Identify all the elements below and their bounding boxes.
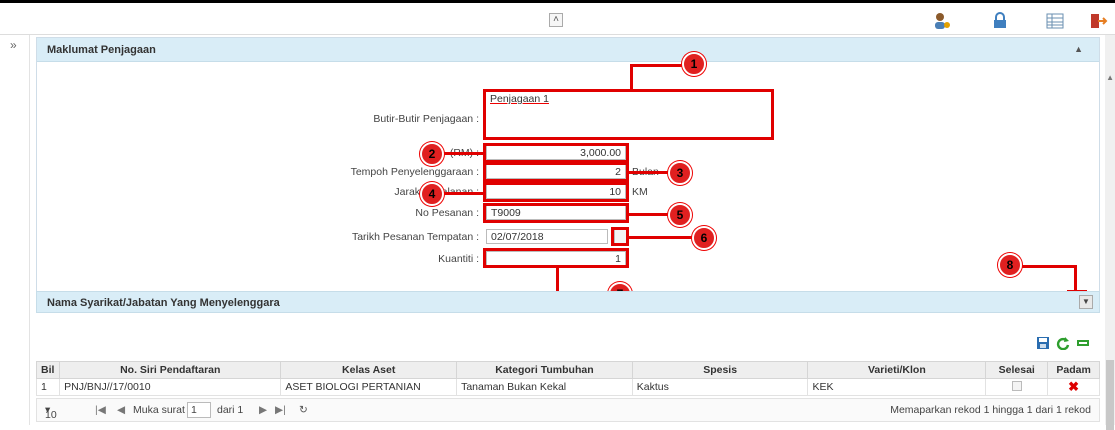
callout-5: 5	[668, 203, 692, 227]
cell-varieti: KEK	[807, 378, 987, 396]
cell-no-siri: PNJ/BNJ//17/0010	[59, 378, 282, 396]
page-of: dari 1	[217, 404, 244, 416]
connector-4	[444, 192, 484, 195]
col-selesai[interactable]: Selesai	[985, 361, 1049, 379]
grid-pager: 10 ▾ |◀ ◀ Muka surat 1 dari 1 ▶ ▶| ↻ Mem…	[36, 398, 1100, 422]
record-summary: Memaparkan rekod 1 hingga 1 dari 1 rekod	[890, 404, 1091, 416]
save-icon[interactable]	[1036, 336, 1050, 350]
col-kategori[interactable]: Kategori Tumbuhan	[456, 361, 633, 379]
callout-1: 1	[682, 52, 706, 76]
collapse-panel-icon[interactable]: ▲	[1074, 44, 1083, 54]
highlight-tempoh	[483, 162, 629, 182]
page-scrollbar[interactable]: ▲	[1105, 35, 1115, 430]
delete-icon[interactable]: ✖	[1068, 379, 1079, 394]
highlight-calendar	[611, 227, 629, 246]
jarak-unit: KM	[632, 186, 648, 198]
chevron-down-icon[interactable]: ▼	[1079, 295, 1093, 309]
connector-2	[444, 152, 484, 155]
connector-3	[628, 171, 668, 174]
table-row[interactable]: 1 PNJ/BNJ//17/0010 ASET BIOLOGI PERTANIA…	[35, 378, 1100, 396]
remove-row-icon[interactable]	[1076, 336, 1090, 350]
page-size-value: 10	[45, 409, 57, 421]
connector-5	[628, 213, 668, 216]
section-title: Nama Syarikat/Jabatan Yang Menyelenggara	[47, 297, 280, 309]
next-page-icon[interactable]: ▶	[259, 404, 267, 416]
panel-header[interactable]: Maklumat Penjagaan ▲	[37, 38, 1099, 62]
callout-8: 8	[998, 253, 1022, 277]
selesai-checkbox[interactable]	[1011, 380, 1022, 391]
highlight-jarak	[483, 182, 629, 202]
connector-8a	[1020, 265, 1076, 268]
col-bil[interactable]: Bil	[35, 361, 61, 379]
cell-kategori: Tanaman Bukan Kekal	[456, 378, 633, 396]
panel-title: Maklumat Penjagaan	[47, 44, 156, 56]
user-settings-icon[interactable]	[932, 11, 952, 31]
callout-3: 3	[668, 161, 692, 185]
pesanan-label: No Pesanan :	[415, 207, 479, 219]
first-page-icon[interactable]: |◀	[95, 404, 106, 416]
page-label: Muka surat	[133, 404, 185, 416]
syarikat-section-header[interactable]: Nama Syarikat/Jabatan Yang Menyelenggara…	[36, 291, 1100, 313]
highlight-kuantiti	[483, 248, 629, 268]
top-toolbar: ˄	[0, 0, 1115, 35]
cell-kelas-aset: ASET BIOLOGI PERTANIAN	[280, 378, 458, 396]
tarikh-field[interactable]: 02/07/2018	[486, 229, 608, 244]
scroll-up-icon[interactable]: ▲	[1106, 73, 1114, 82]
connector-7a	[556, 267, 559, 293]
cell-spesis: Kaktus	[631, 378, 809, 396]
logout-icon[interactable]	[1088, 11, 1108, 31]
prev-page-icon[interactable]: ◀	[117, 404, 125, 416]
connector-8b	[1074, 265, 1077, 291]
callout-4: 4	[420, 182, 444, 206]
callout-2: 2	[420, 142, 444, 166]
highlight-rm	[483, 143, 629, 163]
reload-icon[interactable]: ↻	[299, 404, 308, 416]
connector-6	[628, 236, 692, 239]
callout-6: 6	[692, 226, 716, 250]
grid-view-icon[interactable]	[1045, 11, 1065, 31]
scroll-thumb[interactable]	[1106, 360, 1114, 430]
expand-sidebar-icon[interactable]: »	[10, 38, 17, 52]
asset-grid: Bil No. Siri Pendaftaran Kelas Aset Kate…	[35, 361, 1100, 396]
col-varieti[interactable]: Varieti/Klon	[807, 361, 987, 379]
butir-label: Butir-Butir Penjagaan :	[373, 113, 479, 125]
lock-icon[interactable]	[990, 11, 1010, 31]
col-padam[interactable]: Padam	[1047, 361, 1100, 379]
connector-1	[630, 64, 633, 90]
col-spesis[interactable]: Spesis	[631, 361, 809, 379]
tempoh-label: Tempoh Penyelenggaraan :	[350, 166, 479, 178]
page-input[interactable]: 1	[187, 402, 211, 418]
kuantiti-label: Kuantiti :	[438, 253, 479, 265]
cell-padam: ✖	[1047, 378, 1100, 396]
left-gutter	[0, 35, 30, 425]
col-no-siri[interactable]: No. Siri Pendaftaran	[59, 361, 282, 379]
tarikh-label: Tarikh Pesanan Tempatan :	[351, 231, 479, 243]
cell-bil: 1	[35, 378, 61, 396]
highlight-pesanan	[483, 203, 629, 223]
refresh-icon[interactable]	[1056, 336, 1070, 350]
highlight-butir	[483, 89, 774, 140]
collapse-header-icon[interactable]: ˄	[549, 13, 563, 27]
last-page-icon[interactable]: ▶|	[275, 404, 286, 416]
connector-1b	[630, 64, 682, 67]
page-size-select[interactable]: 10 ▾	[45, 404, 57, 421]
col-kelas-aset[interactable]: Kelas Aset	[280, 361, 458, 379]
cell-selesai	[985, 378, 1049, 396]
